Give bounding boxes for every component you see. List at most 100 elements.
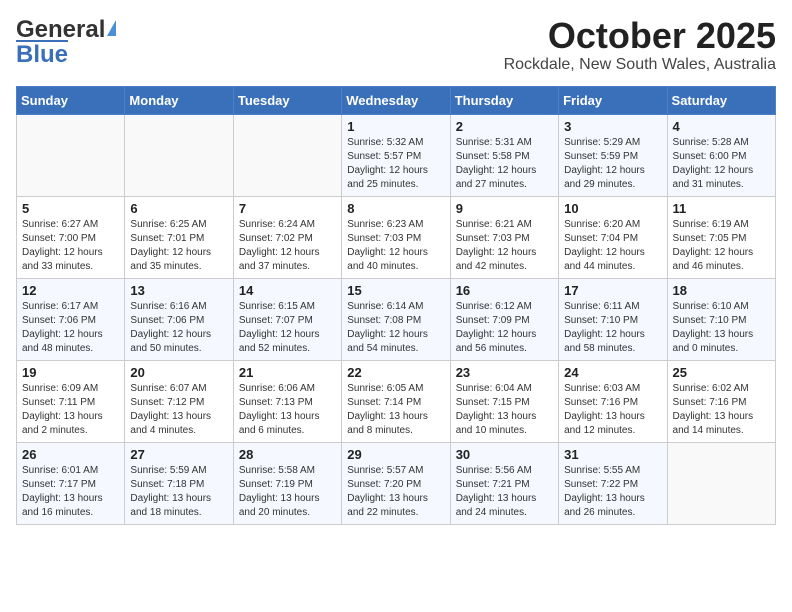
calendar-cell	[125, 114, 233, 196]
day-number: 7	[239, 201, 336, 216]
calendar-cell: 28 Sunrise: 5:58 AM Sunset: 7:19 PM Dayli…	[233, 442, 341, 524]
day-number: 24	[564, 365, 661, 380]
day-number: 10	[564, 201, 661, 216]
day-detail: Sunrise: 5:28 AM Sunset: 6:00 PM Dayligh…	[673, 136, 770, 192]
calendar-cell	[17, 114, 125, 196]
day-number: 4	[673, 119, 770, 134]
day-number: 17	[564, 283, 661, 298]
calendar-cell	[233, 114, 341, 196]
day-detail: Sunrise: 6:27 AM Sunset: 7:00 PM Dayligh…	[22, 218, 119, 274]
day-detail: Sunrise: 6:02 AM Sunset: 7:16 PM Dayligh…	[673, 382, 770, 438]
calendar-cell: 21 Sunrise: 6:06 AM Sunset: 7:13 PM Dayli…	[233, 360, 341, 442]
day-detail: Sunrise: 6:07 AM Sunset: 7:12 PM Dayligh…	[130, 382, 227, 438]
day-detail: Sunrise: 5:31 AM Sunset: 5:58 PM Dayligh…	[456, 136, 553, 192]
calendar-header: SundayMondayTuesdayWednesdayThursdayFrid…	[17, 86, 776, 114]
day-detail: Sunrise: 5:56 AM Sunset: 7:21 PM Dayligh…	[456, 464, 553, 520]
calendar-cell: 18Sunrise: 6:10 AM Sunset: 7:10 PM Dayli…	[667, 278, 775, 360]
day-detail: Sunrise: 6:21 AM Sunset: 7:03 PM Dayligh…	[456, 218, 553, 274]
calendar-cell: 10 Sunrise: 6:20 AM Sunset: 7:04 PM Dayli…	[559, 196, 667, 278]
day-detail: Sunrise: 6:23 AM Sunset: 7:03 PM Dayligh…	[347, 218, 444, 274]
day-number: 14	[239, 283, 336, 298]
day-detail: Sunrise: 6:17 AM Sunset: 7:06 PM Dayligh…	[22, 300, 119, 356]
day-number: 3	[564, 119, 661, 134]
title-block: October 2025 Rockdale, New South Wales, …	[504, 16, 776, 74]
month-year: October 2025	[504, 16, 776, 56]
calendar-cell: 25 Sunrise: 6:02 AM Sunset: 7:16 PM Dayli…	[667, 360, 775, 442]
day-number: 1	[347, 119, 444, 134]
calendar-cell: 7 Sunrise: 6:24 AM Sunset: 7:02 PM Daylig…	[233, 196, 341, 278]
calendar-cell: 11 Sunrise: 6:19 AM Sunset: 7:05 PM Dayli…	[667, 196, 775, 278]
day-detail: Sunrise: 6:03 AM Sunset: 7:16 PM Dayligh…	[564, 382, 661, 438]
day-number: 31	[564, 447, 661, 462]
day-number: 16	[456, 283, 553, 298]
calendar-cell: 26 Sunrise: 6:01 AM Sunset: 7:17 PM Dayli…	[17, 442, 125, 524]
logo-blue: Blue	[16, 40, 68, 68]
calendar-table: SundayMondayTuesdayWednesdayThursdayFrid…	[16, 86, 776, 525]
day-number: 8	[347, 201, 444, 216]
calendar-cell: 12 Sunrise: 6:17 AM Sunset: 7:06 PM Dayli…	[17, 278, 125, 360]
day-number: 30	[456, 447, 553, 462]
calendar-cell: 15 Sunrise: 6:14 AM Sunset: 7:08 PM Dayli…	[342, 278, 450, 360]
day-number: 28	[239, 447, 336, 462]
day-number: 23	[456, 365, 553, 380]
location: Rockdale, New South Wales, Australia	[504, 56, 776, 74]
weekday-header-saturday: Saturday	[667, 86, 775, 114]
day-number: 21	[239, 365, 336, 380]
weekday-header-monday: Monday	[125, 86, 233, 114]
day-detail: Sunrise: 6:01 AM Sunset: 7:17 PM Dayligh…	[22, 464, 119, 520]
day-number: 13	[130, 283, 227, 298]
calendar-cell: 4 Sunrise: 5:28 AM Sunset: 6:00 PM Daylig…	[667, 114, 775, 196]
calendar-cell: 13Sunrise: 6:16 AM Sunset: 7:06 PM Dayli…	[125, 278, 233, 360]
day-detail: Sunrise: 6:19 AM Sunset: 7:05 PM Dayligh…	[673, 218, 770, 274]
day-detail: Sunrise: 5:59 AM Sunset: 7:18 PM Dayligh…	[130, 464, 227, 520]
day-detail: Sunrise: 6:25 AM Sunset: 7:01 PM Dayligh…	[130, 218, 227, 274]
day-detail: Sunrise: 6:06 AM Sunset: 7:13 PM Dayligh…	[239, 382, 336, 438]
day-number: 29	[347, 447, 444, 462]
calendar-cell: 22Sunrise: 6:05 AM Sunset: 7:14 PM Dayli…	[342, 360, 450, 442]
weekday-header-thursday: Thursday	[450, 86, 558, 114]
calendar-cell: 14 Sunrise: 6:15 AM Sunset: 7:07 PM Dayli…	[233, 278, 341, 360]
weekday-header-friday: Friday	[559, 86, 667, 114]
calendar-cell: 8 Sunrise: 6:23 AM Sunset: 7:03 PM Daylig…	[342, 196, 450, 278]
weekday-header-sunday: Sunday	[17, 86, 125, 114]
day-detail: Sunrise: 6:04 AM Sunset: 7:15 PM Dayligh…	[456, 382, 553, 438]
calendar-cell: 2 Sunrise: 5:31 AM Sunset: 5:58 PM Daylig…	[450, 114, 558, 196]
day-detail: Sunrise: 6:20 AM Sunset: 7:04 PM Dayligh…	[564, 218, 661, 274]
day-number: 27	[130, 447, 227, 462]
day-number: 22	[347, 365, 444, 380]
logo: General Blue	[16, 16, 116, 68]
day-number: 26	[22, 447, 119, 462]
day-detail: Sunrise: 5:55 AM Sunset: 7:22 PM Dayligh…	[564, 464, 661, 520]
calendar-cell: 1 Sunrise: 5:32 AM Sunset: 5:57 PM Daylig…	[342, 114, 450, 196]
calendar-cell: 20Sunrise: 6:07 AM Sunset: 7:12 PM Dayli…	[125, 360, 233, 442]
page-header: General Blue October 2025 Rockdale, New …	[16, 16, 776, 74]
day-detail: Sunrise: 5:32 AM Sunset: 5:57 PM Dayligh…	[347, 136, 444, 192]
day-number: 12	[22, 283, 119, 298]
calendar-cell: 9 Sunrise: 6:21 AM Sunset: 7:03 PM Daylig…	[450, 196, 558, 278]
day-detail: Sunrise: 6:15 AM Sunset: 7:07 PM Dayligh…	[239, 300, 336, 356]
day-detail: Sunrise: 6:24 AM Sunset: 7:02 PM Dayligh…	[239, 218, 336, 274]
day-detail: Sunrise: 5:58 AM Sunset: 7:19 PM Dayligh…	[239, 464, 336, 520]
calendar-cell: 24 Sunrise: 6:03 AM Sunset: 7:16 PM Dayli…	[559, 360, 667, 442]
day-number: 15	[347, 283, 444, 298]
calendar-cell: 6Sunrise: 6:25 AM Sunset: 7:01 PM Daylig…	[125, 196, 233, 278]
calendar-cell: 17Sunrise: 6:11 AM Sunset: 7:10 PM Dayli…	[559, 278, 667, 360]
day-number: 25	[673, 365, 770, 380]
calendar-cell: 5Sunrise: 6:27 AM Sunset: 7:00 PM Daylig…	[17, 196, 125, 278]
day-number: 9	[456, 201, 553, 216]
day-number: 2	[456, 119, 553, 134]
day-detail: Sunrise: 5:29 AM Sunset: 5:59 PM Dayligh…	[564, 136, 661, 192]
calendar-cell: 19Sunrise: 6:09 AM Sunset: 7:11 PM Dayli…	[17, 360, 125, 442]
day-number: 11	[673, 201, 770, 216]
logo-arrow-icon	[107, 20, 116, 36]
day-number: 18	[673, 283, 770, 298]
calendar-cell: 23 Sunrise: 6:04 AM Sunset: 7:15 PM Dayli…	[450, 360, 558, 442]
day-detail: Sunrise: 6:14 AM Sunset: 7:08 PM Dayligh…	[347, 300, 444, 356]
calendar-cell	[667, 442, 775, 524]
calendar-cell: 31 Sunrise: 5:55 AM Sunset: 7:22 PM Dayli…	[559, 442, 667, 524]
calendar-cell: 3 Sunrise: 5:29 AM Sunset: 5:59 PM Daylig…	[559, 114, 667, 196]
weekday-header-tuesday: Tuesday	[233, 86, 341, 114]
day-detail: Sunrise: 5:57 AM Sunset: 7:20 PM Dayligh…	[347, 464, 444, 520]
day-detail: Sunrise: 6:09 AM Sunset: 7:11 PM Dayligh…	[22, 382, 119, 438]
calendar-cell: 27 Sunrise: 5:59 AM Sunset: 7:18 PM Dayli…	[125, 442, 233, 524]
